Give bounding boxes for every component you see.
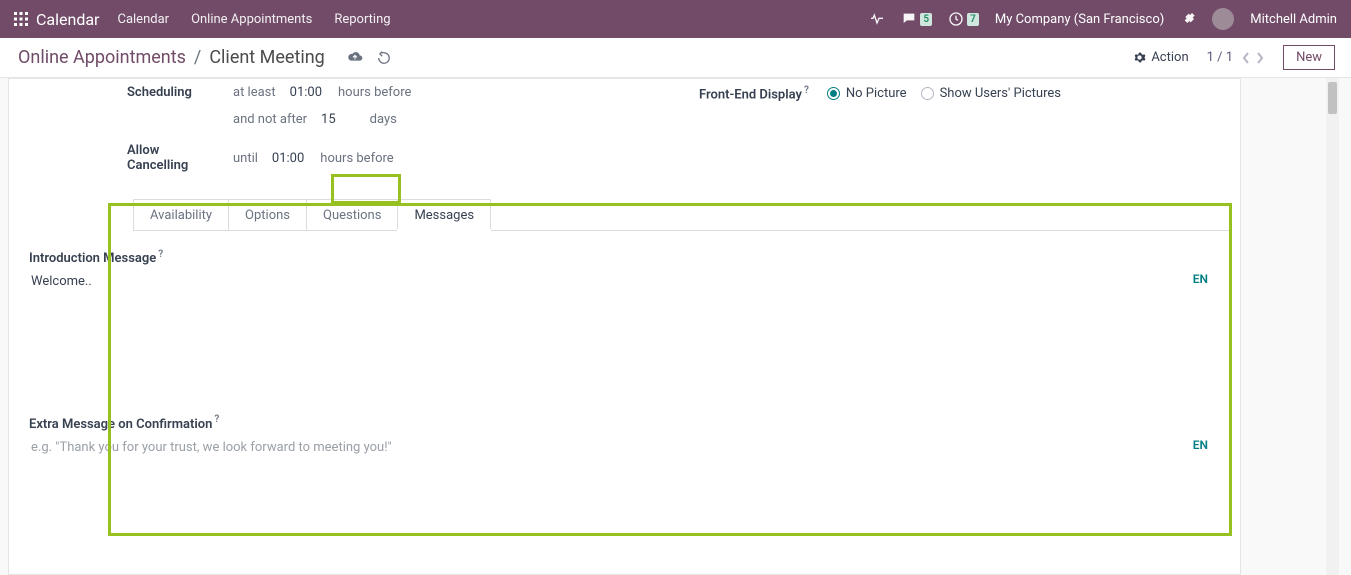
breadcrumb-parent[interactable]: Online Appointments [18, 47, 186, 68]
intro-message-value: Welcome.. [31, 274, 92, 289]
clock-badge: 7 [967, 13, 979, 26]
help-icon[interactable]: ? [158, 249, 163, 260]
not-after-text: and not after [233, 112, 307, 127]
intro-message-section: Introduction Message? Welcome.. EN [17, 231, 1232, 404]
action-label: Action [1151, 50, 1188, 65]
top-navbar: Calendar Calendar Online Appointments Re… [0, 0, 1351, 38]
confirm-message-editor[interactable]: e.g. "Thank you for your trust, we look … [29, 438, 1220, 538]
at-least-text: at least [233, 85, 276, 100]
control-panel: Online Appointments / Client Meeting Act… [0, 38, 1351, 78]
apps-icon [14, 12, 28, 26]
confirm-message-placeholder: e.g. "Thank you for your trust, we look … [31, 440, 392, 455]
not-after-value[interactable]: 15 [321, 112, 336, 127]
days-text: days [370, 112, 397, 127]
messaging-badge: 5 [920, 13, 932, 26]
help-icon[interactable]: ? [214, 414, 219, 425]
nav-right: 5 7 My Company (San Francisco) Mitchell … [869, 8, 1337, 30]
until-text: until [233, 151, 258, 166]
radio-dot-off-icon [921, 87, 934, 100]
pager-prev-icon[interactable] [1241, 52, 1251, 64]
nav-menus: Calendar Online Appointments Reporting [117, 12, 390, 27]
radio-no-picture[interactable]: No Picture [827, 86, 907, 101]
breadcrumb-sep: / [194, 47, 201, 68]
scheduling-label: Scheduling [127, 85, 223, 100]
user-name[interactable]: Mitchell Admin [1250, 12, 1337, 27]
help-icon[interactable]: ? [804, 85, 809, 96]
hours-before-text-2: hours before [320, 151, 393, 166]
radio-no-picture-label: No Picture [846, 86, 907, 101]
intro-message-editor[interactable]: Welcome.. EN [29, 272, 1220, 400]
radio-dot-on-icon [827, 87, 840, 100]
hours-before-text: hours before [338, 85, 411, 100]
tray-activities-icon[interactable] [869, 11, 885, 27]
tab-availability[interactable]: Availability [133, 199, 229, 230]
nav-menu-reporting[interactable]: Reporting [334, 12, 390, 27]
tray-debug-icon[interactable] [1180, 11, 1196, 27]
cloud-unsaved-icon[interactable] [347, 51, 363, 65]
until-value[interactable]: 01:00 [272, 151, 304, 166]
form-tabs: Availability Options Questions Messages [133, 199, 1232, 231]
at-least-value[interactable]: 01:00 [290, 85, 322, 100]
discard-icon[interactable] [377, 51, 391, 65]
vertical-scrollbar[interactable] [1326, 78, 1339, 575]
breadcrumb: Online Appointments / Client Meeting [18, 47, 391, 68]
pager-next-icon[interactable] [1255, 52, 1265, 64]
pager-value[interactable]: 1 / 1 [1207, 50, 1233, 65]
tray-clock-icon[interactable]: 7 [948, 11, 979, 27]
tab-messages[interactable]: Messages [397, 199, 491, 230]
allow-cancelling-label: Allow Cancelling [127, 143, 223, 173]
nav-menu-online-appointments[interactable]: Online Appointments [191, 12, 312, 27]
avatar[interactable] [1212, 8, 1234, 30]
intro-message-label: Introduction Message? [29, 251, 163, 266]
nav-menu-calendar[interactable]: Calendar [117, 12, 169, 27]
tab-options[interactable]: Options [228, 199, 307, 230]
apps-launcher[interactable]: Calendar [14, 10, 99, 29]
lang-button[interactable]: EN [1193, 438, 1208, 452]
confirm-message-label: Extra Message on Confirmation? [29, 417, 219, 432]
radio-show-users-label: Show Users' Pictures [940, 86, 1061, 101]
tray-messaging-icon[interactable]: 5 [901, 11, 932, 27]
app-brand: Calendar [36, 10, 99, 29]
company-switcher[interactable]: My Company (San Francisco) [995, 12, 1164, 27]
new-button[interactable]: New [1283, 45, 1335, 70]
radio-show-users[interactable]: Show Users' Pictures [921, 86, 1061, 101]
front-end-display-label: Front-End Display? [699, 85, 809, 102]
tab-questions[interactable]: Questions [306, 199, 398, 230]
pager: 1 / 1 [1207, 50, 1265, 65]
gear-icon [1133, 51, 1146, 64]
form-sheet: Scheduling at least 01:00 hours before a… [8, 78, 1241, 575]
breadcrumb-current: Client Meeting [209, 47, 324, 68]
scrollbar-thumb[interactable] [1328, 82, 1337, 114]
control-panel-right: Action 1 / 1 New [1133, 45, 1335, 70]
action-button[interactable]: Action [1133, 50, 1188, 65]
confirm-message-section: Extra Message on Confirmation? e.g. "Tha… [17, 404, 1232, 541]
lang-button[interactable]: EN [1193, 272, 1208, 286]
